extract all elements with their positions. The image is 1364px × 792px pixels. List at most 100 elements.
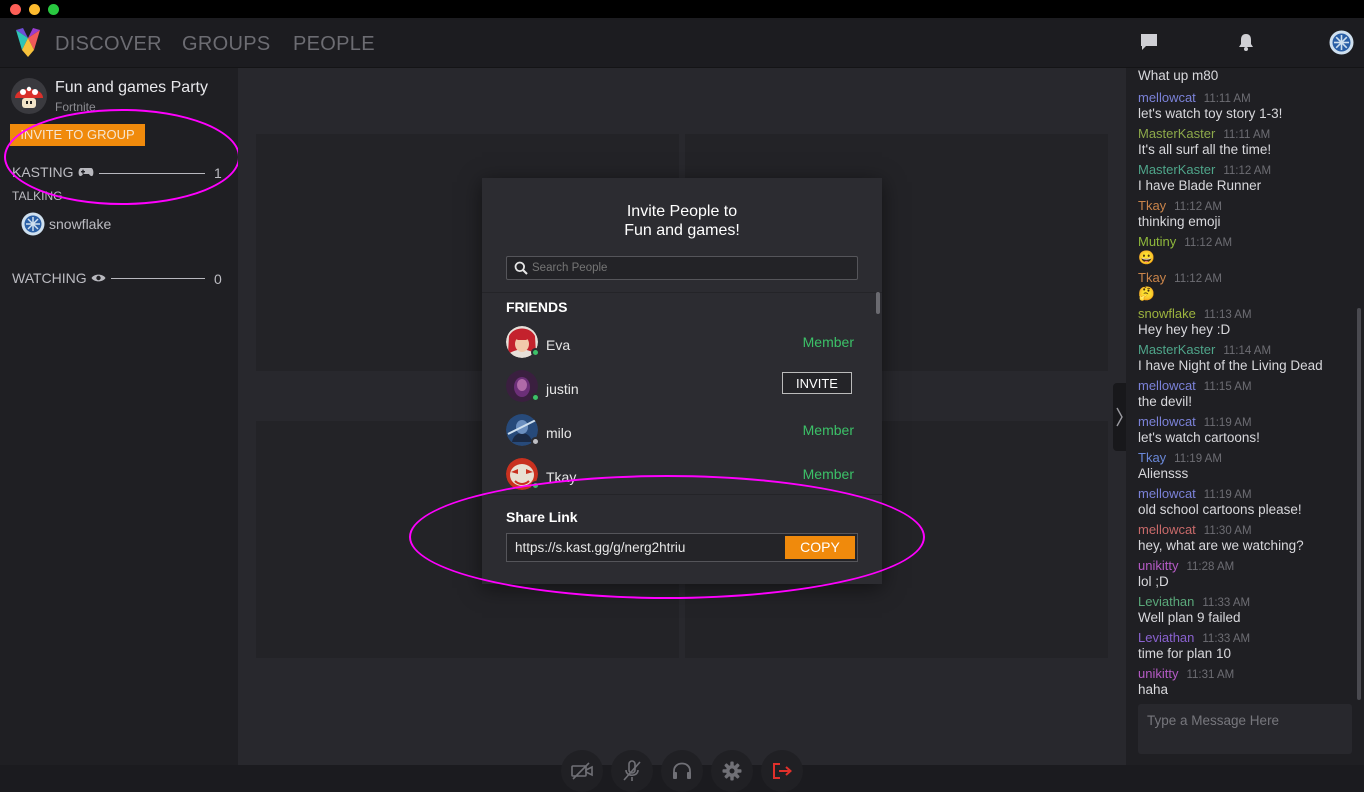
- chat-username[interactable]: unikitty: [1138, 558, 1178, 573]
- offline-status-dot: [531, 437, 540, 446]
- search-input[interactable]: [532, 259, 852, 277]
- collapse-chat-handle[interactable]: [1113, 383, 1126, 451]
- highlight-ellipse: [409, 475, 925, 599]
- leave-party-button[interactable]: [761, 750, 803, 792]
- chat-username[interactable]: mellowcat: [1138, 378, 1196, 393]
- chat-username[interactable]: mellowcat: [1138, 414, 1196, 429]
- chat-username[interactable]: Tkay: [1138, 198, 1166, 213]
- online-status-dot: [531, 393, 540, 402]
- chat-timestamp: 11:19 AM: [1203, 489, 1252, 501]
- friend-name: milo: [546, 425, 572, 441]
- chat-timestamp: 11:19 AM: [1174, 453, 1222, 465]
- chat-message: Mutiny 11:12 AM 😀: [1138, 234, 1232, 266]
- minimize-window-button[interactable]: [29, 4, 40, 15]
- chat-input-placeholder[interactable]: Type a Message Here: [1147, 713, 1279, 728]
- settings-button[interactable]: [711, 750, 753, 792]
- chat-timestamp: 11:11 AM: [1223, 129, 1271, 141]
- chat-message-text: time for plan 10: [1138, 646, 1232, 661]
- party-sidebar: Fun and games Party Fortnite INVITE TO G…: [0, 68, 240, 765]
- chat-username[interactable]: snowflake: [1138, 306, 1196, 321]
- modal-title: Invite People to Fun and games!: [482, 202, 882, 240]
- member-status: Member: [802, 466, 854, 482]
- headphones-button[interactable]: [661, 750, 703, 792]
- chat-message: unikitty 11:31 AM haha: [1138, 666, 1234, 697]
- modal-title-line2: Fun and games!: [624, 222, 740, 239]
- invite-button[interactable]: INVITE: [782, 372, 852, 394]
- nav-groups[interactable]: GROUPS: [182, 33, 270, 56]
- chat-username[interactable]: MasterKaster: [1138, 126, 1215, 141]
- nav-people[interactable]: PEOPLE: [293, 33, 375, 56]
- chat-timestamp: 11:33 AM: [1202, 633, 1251, 645]
- watching-count: 0: [214, 271, 222, 287]
- chat-message-text: 😀: [1138, 250, 1155, 265]
- watching-divider: [111, 278, 205, 279]
- chevron-right-icon: [1116, 407, 1123, 427]
- gear-icon: [722, 761, 742, 781]
- chat-message-text: let's watch toy story 1-3!: [1138, 106, 1283, 121]
- chat-username[interactable]: Leviathan: [1138, 630, 1194, 645]
- bell-icon[interactable]: [1236, 32, 1256, 52]
- nav-discover[interactable]: DISCOVER: [55, 33, 162, 56]
- chat-username[interactable]: MasterKaster: [1138, 342, 1215, 357]
- chat-username[interactable]: Leviathan: [1138, 594, 1194, 609]
- chat-username[interactable]: unikitty: [1138, 666, 1178, 681]
- friend-row-milo: milo Member: [506, 414, 858, 450]
- camera-off-button[interactable]: [561, 750, 603, 792]
- chat-message: mellowcat 11:19 AM let's watch cartoons!: [1138, 414, 1260, 445]
- top-navigation: DISCOVER GROUPS PEOPLE: [0, 18, 1364, 68]
- close-window-button[interactable]: [10, 4, 21, 15]
- chat-timestamp: 11:12 AM: [1174, 273, 1222, 285]
- chat-username[interactable]: Mutiny: [1138, 234, 1176, 249]
- chat-message-text: the devil!: [1138, 394, 1193, 409]
- window-titlebar: [0, 0, 1364, 18]
- chat-message: Leviathan 11:33 AM Well plan 9 failed: [1138, 594, 1250, 625]
- chat-timestamp: 11:12 AM: [1184, 237, 1233, 249]
- talking-user-name[interactable]: snowflake: [49, 216, 111, 232]
- chat-username[interactable]: Tkay: [1138, 270, 1166, 285]
- chat-username[interactable]: MasterKaster: [1138, 162, 1215, 177]
- user-avatar[interactable]: [1329, 30, 1354, 55]
- chat-input-box[interactable]: Type a Message Here: [1138, 704, 1352, 754]
- chat-message: Tkay 11:12 AM thinking emoji: [1138, 198, 1222, 229]
- chat-timestamp: 11:19 AM: [1203, 417, 1252, 429]
- mute-mic-button[interactable]: [611, 750, 653, 792]
- chat-message-text: It's all surf all the time!: [1138, 142, 1272, 157]
- maximize-window-button[interactable]: [48, 4, 59, 15]
- chat-timestamp: 11:11 AM: [1203, 93, 1251, 105]
- chat-message-text: haha: [1138, 682, 1169, 697]
- mushroom-avatar: [11, 78, 47, 114]
- eye-icon: [91, 274, 106, 282]
- chat-timestamp: 11:15 AM: [1203, 381, 1252, 393]
- chat-message: unikitty 11:28 AM lol ;D: [1138, 558, 1234, 589]
- chat-username[interactable]: mellowcat: [1138, 90, 1196, 105]
- friend-name: justin: [546, 381, 579, 397]
- chat-timestamp: 11:13 AM: [1203, 309, 1252, 321]
- chat-message-text: What up m80: [1138, 68, 1219, 83]
- chat-timestamp: 11:30 AM: [1203, 525, 1252, 537]
- chat-bubble-icon[interactable]: [1139, 32, 1159, 52]
- chat-message: snowflake 11:13 AM Hey hey hey :D: [1138, 306, 1252, 337]
- chat-username[interactable]: Tkay: [1138, 450, 1166, 465]
- chat-message-text: Well plan 9 failed: [1138, 610, 1241, 625]
- chat-message: mellowcat 11:15 AM the devil!: [1138, 378, 1252, 409]
- search-people-field[interactable]: [506, 256, 858, 280]
- watching-label: WATCHING: [12, 270, 87, 286]
- chat-scrollbar[interactable]: [1357, 308, 1361, 700]
- friend-name: Eva: [546, 337, 571, 353]
- chat-username[interactable]: mellowcat: [1138, 522, 1196, 537]
- mic-off-icon: [623, 760, 641, 781]
- chat-message: mellowcat 11:30 AM hey, what are we watchi…: [1138, 522, 1304, 553]
- chat-message-text: let's watch cartoons!: [1138, 430, 1260, 445]
- chat-message-text: thinking emoji: [1138, 214, 1221, 229]
- chat-message: Leviathan 11:33 AM time for plan 10: [1138, 630, 1250, 661]
- chat-message: mellowcat 11:11 AM let's watch toy story 1…: [1138, 90, 1282, 121]
- chat-message: Tkay 11:19 AM Aliensss: [1138, 450, 1222, 481]
- highlight-ellipse: [4, 109, 240, 205]
- snowflake-avatar: [21, 212, 45, 236]
- friends-list: Eva Member justin INVITE milo Member Tka…: [482, 293, 882, 493]
- chat-message-text: lol ;D: [1138, 574, 1169, 589]
- chat-message-text: hey, what are we watching?: [1138, 538, 1304, 553]
- kast-logo-icon[interactable]: [14, 26, 42, 58]
- chat-username[interactable]: mellowcat: [1138, 486, 1196, 501]
- search-icon: [514, 261, 528, 275]
